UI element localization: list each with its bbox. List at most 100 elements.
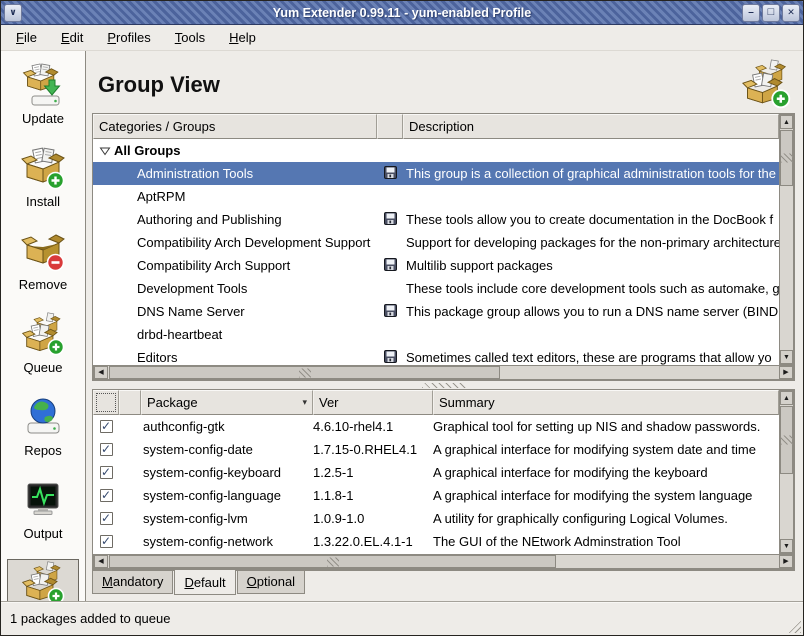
group-label: Authoring and Publishing <box>137 212 282 227</box>
package-name: system-config-language <box>141 484 313 507</box>
tab-default[interactable]: Default <box>174 570 235 595</box>
install-icon <box>21 146 65 193</box>
scroll-down-icon[interactable]: ▼ <box>780 350 793 364</box>
column-header-package-icon[interactable] <box>119 390 141 415</box>
group-row[interactable]: Development Tools <box>93 277 779 300</box>
group-description: Sometimes called text editors, these are… <box>403 346 779 365</box>
packages-list: ✓ authconfig-gtk 4.6.10-rhel4.1 Graphica… <box>93 415 779 554</box>
group-description: These tools include core development too… <box>403 277 779 300</box>
window-menu-button[interactable] <box>4 4 22 22</box>
maximize-button[interactable] <box>762 4 780 22</box>
group-row[interactable]: Editors <box>93 346 779 365</box>
scrollbar-thumb[interactable] <box>109 366 500 379</box>
scroll-up-icon[interactable]: ▲ <box>780 391 793 405</box>
menu-profiles[interactable]: Profiles <box>98 27 159 48</box>
sidebar-item-queue[interactable]: Queue <box>7 310 79 377</box>
scroll-down-icon[interactable]: ▼ <box>780 539 793 553</box>
package-summary: A graphical interface for modifying the … <box>433 461 779 484</box>
menu-help[interactable]: Help <box>220 27 265 48</box>
pane-splitter[interactable] <box>92 381 795 389</box>
sidebar-label-repos: Repos <box>24 443 62 458</box>
group-label: Editors <box>137 350 177 365</box>
package-checkbox[interactable]: ✓ <box>100 420 113 433</box>
sidebar-item-output[interactable]: Output <box>7 476 79 543</box>
scrollbar-thumb[interactable] <box>109 555 556 568</box>
group-description <box>403 185 779 208</box>
package-summary: A graphical interface for modifying the … <box>433 484 779 507</box>
package-row[interactable]: ✓ authconfig-gtk 4.6.10-rhel4.1 Graphica… <box>93 415 779 438</box>
sidebar-label-queue: Queue <box>23 360 62 375</box>
package-checkbox[interactable]: ✓ <box>100 466 113 479</box>
group-row[interactable]: DNS Name Server <box>93 300 779 323</box>
group-description: This group is a collection of graphical … <box>403 162 779 185</box>
package-name: system-config-keyboard <box>141 461 313 484</box>
menu-tools[interactable]: Tools <box>166 27 214 48</box>
sidebar-item-install[interactable]: Install <box>7 144 79 211</box>
sidebar-item-update[interactable]: Update <box>7 61 79 128</box>
sidebar-item-repos[interactable]: Repos <box>7 393 79 460</box>
column-header-ver[interactable]: Ver <box>313 390 433 415</box>
menu-edit[interactable]: Edit <box>52 27 92 48</box>
installed-disk-icon <box>384 304 397 320</box>
sidebar-label-install: Install <box>26 194 60 209</box>
scroll-up-icon[interactable]: ▲ <box>780 115 793 129</box>
package-row[interactable]: ✓ system-config-network 1.3.22.0.EL.4.1-… <box>93 530 779 553</box>
group-row[interactable]: Administration Tools <box>93 162 779 185</box>
resize-grip[interactable] <box>787 619 801 633</box>
installed-disk-icon <box>384 350 397 366</box>
scroll-left-icon[interactable]: ◀ <box>94 366 108 379</box>
package-version: 1.3.22.0.EL.4.1-1 <box>313 530 433 553</box>
column-header-categories[interactable]: Categories / Groups <box>93 114 377 139</box>
package-row[interactable]: ✓ system-config-keyboard 1.2.5-1 A graph… <box>93 461 779 484</box>
group-row[interactable]: drbd-heartbeat <box>93 323 779 346</box>
sidebar-label-output: Output <box>23 526 62 541</box>
installed-disk-icon <box>384 212 397 228</box>
package-name: system-config-date <box>141 438 313 461</box>
packages-horizontal-scrollbar[interactable]: ◀ ▶ <box>93 554 794 569</box>
group-label: drbd-heartbeat <box>137 327 222 342</box>
package-checkbox[interactable]: ✓ <box>100 535 113 548</box>
group-label: Compatibility Arch Development Support <box>137 235 370 250</box>
group-row[interactable]: Compatibility Arch Support <box>93 254 779 277</box>
scroll-left-icon[interactable]: ◀ <box>94 555 108 568</box>
package-row[interactable]: ✓ system-config-language 1.1.8-1 A graph… <box>93 484 779 507</box>
package-version: 1.1.8-1 <box>313 484 433 507</box>
group-row[interactable]: Compatibility Arch Development Support <box>93 231 779 254</box>
package-checkbox[interactable]: ✓ <box>100 512 113 525</box>
close-button[interactable] <box>782 4 800 22</box>
group-row[interactable]: All Groups <box>93 139 779 162</box>
scrollbar-thumb[interactable] <box>780 130 793 186</box>
package-name: system-config-lvm <box>141 507 313 530</box>
package-version: 4.6.10-rhel4.1 <box>313 415 433 438</box>
menu-file[interactable]: File <box>7 27 46 48</box>
package-row[interactable]: ✓ system-config-date 1.7.15-0.RHEL4.1 A … <box>93 438 779 461</box>
scroll-right-icon[interactable]: ▶ <box>779 555 793 568</box>
column-header-group-icon[interactable] <box>377 114 403 139</box>
package-checkbox[interactable]: ✓ <box>100 489 113 502</box>
package-checkbox[interactable]: ✓ <box>100 443 113 456</box>
group-description <box>403 139 779 162</box>
package-type-tabs: Mandatory Default Optional <box>92 570 795 597</box>
minimize-button[interactable] <box>742 4 760 22</box>
page-title: Group View <box>98 72 220 98</box>
package-row[interactable]: ✓ system-config-lvm 1.0.9-1.0 A utility … <box>93 507 779 530</box>
tab-mandatory[interactable]: Mandatory <box>92 571 173 594</box>
sidebar-item-remove[interactable]: Remove <box>7 227 79 294</box>
scroll-right-icon[interactable]: ▶ <box>779 366 793 379</box>
group-row[interactable]: AptRPM <box>93 185 779 208</box>
scrollbar-thumb[interactable] <box>780 406 793 474</box>
group-row[interactable]: Authoring and Publishing <box>93 208 779 231</box>
column-header-checkbox[interactable] <box>93 390 119 415</box>
column-header-summary[interactable]: Summary <box>433 390 779 415</box>
column-header-description[interactable]: Description <box>403 114 779 139</box>
packages-vertical-scrollbar[interactable]: ▲ ▼ <box>779 390 794 554</box>
expander-icon[interactable] <box>96 145 114 157</box>
menubar: File Edit Profiles Tools Help <box>1 25 803 51</box>
groups-horizontal-scrollbar[interactable]: ◀ ▶ <box>93 365 794 380</box>
tab-optional[interactable]: Optional <box>237 571 305 594</box>
sidebar: Update Install <box>1 51 86 601</box>
groups-tree: All Groups <box>93 139 779 365</box>
groups-vertical-scrollbar[interactable]: ▲ ▼ <box>779 114 794 365</box>
titlebar[interactable]: Yum Extender 0.99.11 - yum-enabled Profi… <box>1 1 803 25</box>
column-header-package[interactable]: Package ▾ <box>141 390 313 415</box>
